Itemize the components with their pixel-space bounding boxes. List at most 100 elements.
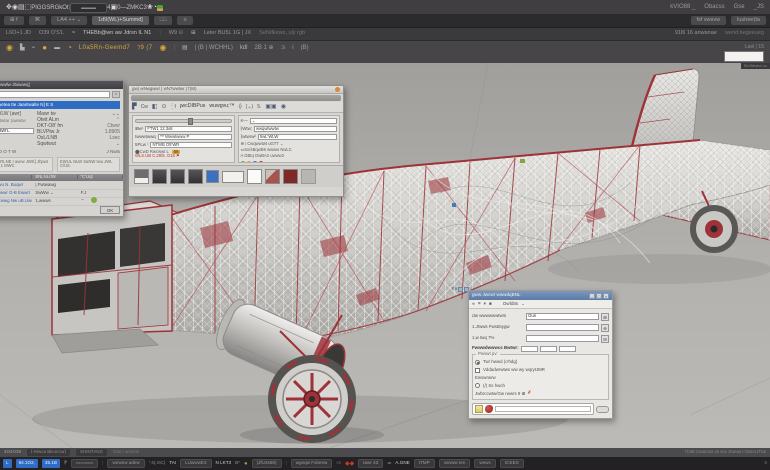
toolbar-item[interactable]: ▙ (20, 45, 25, 51)
collapsed-bar[interactable] (131, 95, 341, 101)
dialog-toolbar-icon[interactable]: ▾ (484, 302, 486, 307)
ribbon-item[interactable]: ⊞ (191, 31, 196, 37)
dialog-toolbar-item[interactable]: ⊙ (162, 104, 167, 110)
menu-item-right[interactable]: Obacss (704, 4, 724, 10)
ribbon-item[interactable]: SeNdkews, uly rgb (259, 31, 305, 37)
folder-icon[interactable] (475, 405, 483, 413)
menu-item-right[interactable]: Gse (734, 4, 745, 10)
statusbar-toggle[interactable]: ITMP (414, 459, 435, 469)
toolbar-item[interactable]: 2B 1 ⊕ (255, 45, 274, 51)
table-row[interactable]: twwRwwg Nw uB.Uwwr 1,wwws ⌃ (0, 198, 123, 206)
toolbar-item[interactable]: ◉ (159, 44, 166, 52)
menu-item-right[interactable]: _JS (754, 4, 764, 10)
dialog-toolbar-item[interactable]: ◧ (152, 104, 158, 110)
statusbar-toggle[interactable]: wewew adew (107, 459, 144, 469)
statusbar-toggle[interactable]: (JfU3s88) (252, 459, 282, 469)
statusbar-toggle[interactable]: tawr 43 (358, 459, 383, 469)
toolbar-item[interactable]: (B) (301, 45, 309, 51)
thumbnail[interactable] (283, 169, 298, 184)
field-input[interactable]: NTWB O5'WR (150, 142, 231, 148)
radio-button[interactable] (475, 360, 480, 365)
dialog-material-editor[interactable]: gw) wNwgwwr | wN7wwtwr (7|W) ▛Cw◧⊙⁛IɟwcD… (128, 85, 344, 197)
menu-item[interactable]: ZMKC3 (126, 5, 146, 11)
radio-button[interactable] (475, 383, 480, 388)
toolbar-item[interactable]: :s (281, 45, 286, 51)
stamp-icon[interactable] (485, 405, 493, 413)
statusbar-toggle[interactable]: ◆◆ (345, 461, 354, 467)
toolbar-item[interactable]: ▬ (54, 45, 60, 51)
status-item[interactable]: 4O4O39 (4, 450, 21, 455)
ribbon-tab[interactable]: ≡ (177, 16, 192, 26)
ribbon-item[interactable]: wend begeeueg (725, 31, 764, 37)
thumbnail[interactable] (188, 169, 203, 184)
toolbar-item[interactable]: | (173, 45, 175, 51)
statusbar-toggle[interactable]: ⁺4(.mC) (149, 461, 165, 466)
thumbnail[interactable] (301, 169, 316, 184)
field-row[interactable]: ⁆wtwrw² 5wL'WLW (241, 134, 338, 140)
ribbon-tab[interactable]: 1d9(WL)+Summd] (92, 16, 149, 26)
menu-item[interactable]: ▩ (157, 5, 163, 11)
delete-x-icon[interactable]: ✗ (527, 391, 531, 396)
statusbar-toggle[interactable]: TAI (169, 461, 176, 466)
property-row[interactable]: Sqwtwut ⌄ (37, 142, 120, 147)
field-input[interactable]: 5wL'WLW (258, 134, 337, 140)
toolbar-item[interactable]: | (B | WCHHL) (195, 45, 233, 51)
dialog-toolbar-item[interactable]: wuwgvu;™ (209, 104, 234, 109)
statusbar-toggle[interactable]: ⚌ (387, 461, 391, 466)
menu-item[interactable]: GkOt (55, 5, 69, 11)
field-input[interactable] (526, 335, 599, 342)
selected-row[interactable]: ⁙ wetea tte Jaantwalte N] E S (0, 101, 120, 109)
menu-item[interactable]: ▬▬▬ (70, 3, 107, 13)
statusbar-toggle[interactable]: vs (336, 461, 341, 466)
ok-button[interactable]: OK (100, 206, 120, 214)
statusbar-toggle[interactable]: LUwwwE3 (180, 459, 211, 469)
dialog-toolbar-icon[interactable]: ⟡ (472, 302, 475, 307)
dialog-toolbar-item[interactable]: (⌄) (246, 105, 254, 110)
toolbar-right-input[interactable] (724, 51, 764, 62)
ribbon-tab[interactable]: ⌘ (29, 16, 47, 26)
viewport-3d[interactable]: SkXMwkd uo Pva wwlw-Jbawwq] ⌕ ⁙ wetea tt… (0, 63, 770, 448)
ribbon-tab[interactable]: fsf swsvw (691, 16, 727, 26)
window-button[interactable]: – (589, 293, 595, 299)
dialog-toolbar-icon[interactable]: ■ (489, 302, 492, 307)
field-row[interactable]: K— ⌄ (241, 118, 338, 124)
field-button[interactable]: ⊟ (601, 335, 609, 343)
dialog-selection-manager[interactable]: Pva wwlw-Jbawwq] ⌕ ⁙ wetea tte Jaantwalt… (0, 80, 124, 217)
thumbnail[interactable] (222, 171, 244, 183)
ref-input-3[interactable] (559, 346, 576, 352)
toolbar-item[interactable]: i (292, 45, 293, 51)
search-button[interactable]: ⌕ (112, 91, 120, 98)
statusbar-toggle[interactable]: wewc (474, 459, 496, 469)
status-item[interactable]: Odd i wrsints (113, 450, 139, 455)
statusbar-toggle[interactable]: ⁋ (64, 461, 67, 466)
thumbnail[interactable] (206, 170, 219, 183)
statusbar-toggle[interactable]: | (286, 461, 287, 466)
field-row[interactable]: twwwtwwq ™ Wwwtwww P (135, 134, 232, 140)
toolbar-item[interactable]: L0a5Rn-Geemd7 (79, 45, 130, 51)
field-input[interactable]: ⌄ (250, 118, 337, 124)
status-item[interactable]: ⁅-Mwca Bkcecsu⁆ (27, 449, 70, 456)
column-header[interactable]: “C'Uqt (78, 175, 123, 179)
window-button[interactable]: □ (596, 293, 602, 299)
ribbon-tab[interactable]: LA4 ++ ⌄ (51, 16, 87, 26)
dialog-toolbar-item[interactable]: Cw (141, 105, 148, 110)
dialog-toolbar-item[interactable]: ▛ (132, 104, 137, 110)
ref-input-2[interactable] (540, 346, 557, 352)
dialog-export-options[interactable]: gww Jwcwr wwwdqBNL –□× ⟡⌗▾■ Owfdits ⌄ ⟟t… (468, 290, 613, 419)
toolbar-item[interactable]: ◉ (6, 44, 13, 52)
ribbon-item[interactable]: THEBb@wn aw Jdrsn IL N1 (83, 31, 151, 37)
slider-handle[interactable] (188, 118, 193, 125)
field-input[interactable]: wwqwtwwtw (254, 126, 337, 132)
toolbar-item[interactable]: ◔ (67, 44, 72, 52)
field-row[interactable]: ⊞w¹ FTW1 12.3x8 (135, 126, 232, 132)
thumbnail[interactable] (247, 169, 262, 184)
thumbnail[interactable] (134, 169, 149, 184)
mini-icon-1[interactable] (458, 287, 463, 292)
dialog-toolbar-item[interactable]: ⟠ (239, 104, 242, 110)
toolbar-item[interactable]: ⌁ (32, 45, 36, 51)
table-row[interactable]: wwp wwr O-B Ewwrt SwWw ⌄ F.J (0, 190, 123, 198)
table-row[interactable]: awrtwu N. Buqwr | Fwtwawg (0, 182, 123, 190)
dialog-toolbar-icon[interactable]: ⌗ (478, 302, 481, 307)
statusbar-toggle[interactable]: ● (244, 461, 248, 467)
statusbar-toggle[interactable]: wgeqw Fxbeew (291, 459, 333, 469)
